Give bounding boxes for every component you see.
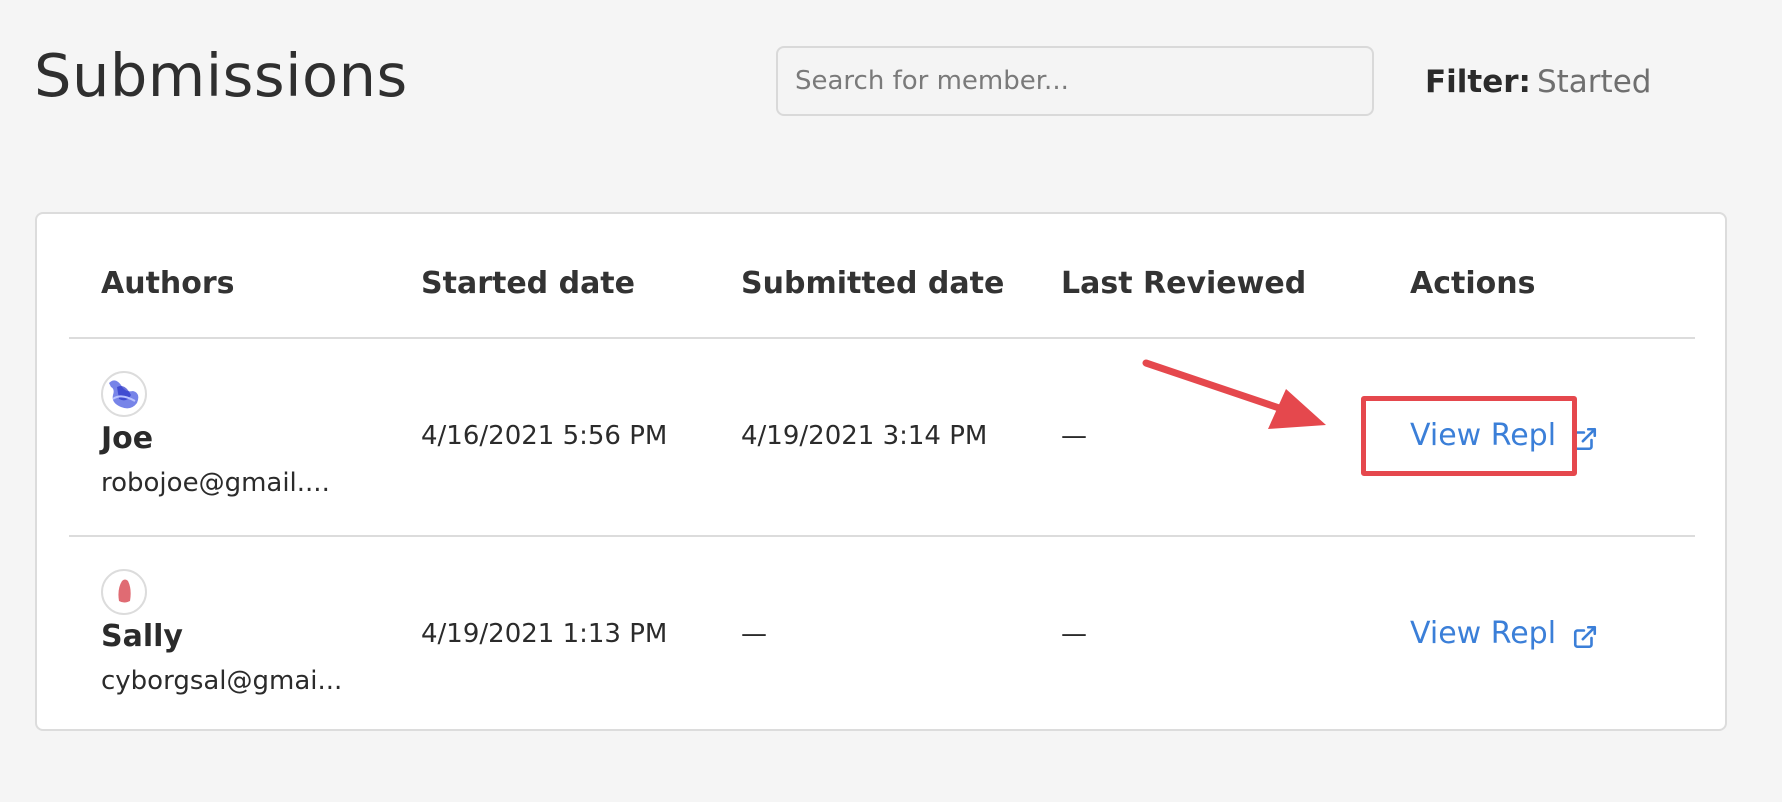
column-header-authors: Authors bbox=[101, 266, 235, 301]
annotation-highlight-box bbox=[1361, 396, 1577, 476]
submitted-date: — bbox=[741, 619, 767, 649]
last-reviewed: — bbox=[1061, 619, 1087, 649]
column-header-actions: Actions bbox=[1410, 266, 1536, 301]
author-email: cyborgsal@gmai... bbox=[101, 666, 343, 696]
submitted-date: 4/19/2021 3:14 PM bbox=[741, 421, 988, 451]
table-row: Sally cyborgsal@gmai... 4/19/2021 1:13 P… bbox=[69, 537, 1695, 733]
avatar bbox=[101, 569, 147, 615]
filter-dropdown[interactable]: Filter: Started bbox=[1425, 62, 1651, 102]
view-repl-label: View Repl bbox=[1410, 616, 1557, 651]
author-name: Sally bbox=[101, 619, 183, 654]
last-reviewed: — bbox=[1061, 421, 1087, 451]
external-link-icon bbox=[1572, 621, 1598, 649]
started-date: 4/16/2021 5:56 PM bbox=[421, 421, 668, 451]
column-header-submitted-date: Submitted date bbox=[741, 266, 1005, 301]
column-header-started-date: Started date bbox=[421, 266, 635, 301]
search-input[interactable] bbox=[776, 46, 1374, 116]
table-header: Authors Started date Submitted date Last… bbox=[69, 214, 1695, 339]
filter-value: Started bbox=[1536, 64, 1652, 100]
column-header-last-reviewed: Last Reviewed bbox=[1061, 266, 1307, 301]
filter-label: Filter: bbox=[1425, 64, 1531, 100]
started-date: 4/19/2021 1:13 PM bbox=[421, 619, 668, 649]
view-repl-link[interactable]: View Repl bbox=[1410, 614, 1598, 654]
avatar bbox=[101, 371, 147, 417]
page-title: Submissions bbox=[34, 41, 408, 110]
author-name: Joe bbox=[101, 421, 154, 456]
author-email: robojoe@gmail.... bbox=[101, 468, 330, 498]
annotation-arrow-icon bbox=[1142, 359, 1326, 429]
